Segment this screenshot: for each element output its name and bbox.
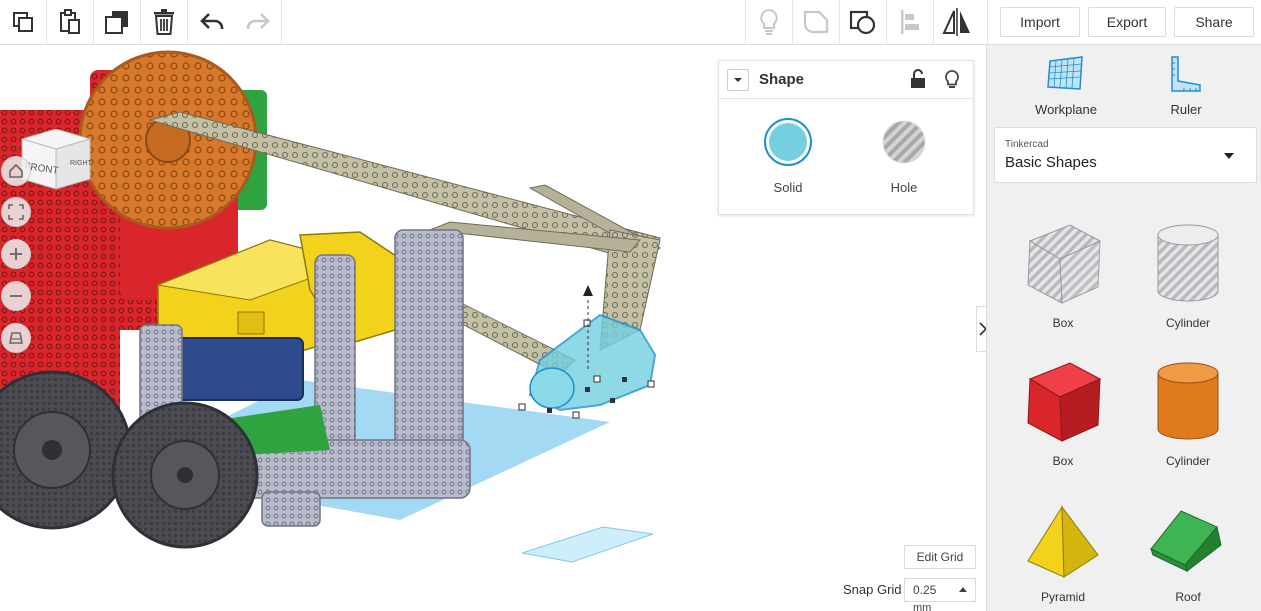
shape-cylinder-hole[interactable]: Cylinder	[1133, 217, 1243, 330]
right-sidebar: Workplane Ruler Tinkercad Basic Shapes B…	[986, 45, 1261, 611]
undo-icon	[199, 13, 223, 29]
workplane-tool[interactable]: Workplane	[1011, 53, 1121, 117]
box-hole-icon	[1027, 224, 1102, 304]
shape-roof[interactable]: Roof	[1133, 505, 1243, 604]
ruler-icon	[1171, 56, 1201, 92]
solid-option[interactable]: Solid	[748, 117, 828, 195]
shape-pyramid[interactable]: Pyramid	[1008, 505, 1118, 604]
copy-button[interactable]	[0, 0, 47, 44]
cylinder-hole-icon	[1157, 224, 1219, 302]
notes-button[interactable]	[745, 0, 792, 44]
perspective-button[interactable]	[1, 323, 31, 353]
align-icon	[901, 10, 919, 34]
redo-icon	[246, 13, 270, 29]
lightbulb-icon	[945, 70, 959, 88]
view-cube-right-label: RIGHT	[70, 160, 93, 167]
home-view-button[interactable]	[1, 156, 31, 186]
redo-button[interactable]	[235, 0, 282, 44]
hole-option[interactable]: Hole	[864, 117, 944, 195]
collapse-panel-button[interactable]	[727, 68, 749, 91]
share-button[interactable]: Share	[1174, 7, 1254, 37]
undo-button[interactable]	[188, 0, 235, 44]
shape-label: Box	[1052, 316, 1074, 330]
shape-label: Roof	[1175, 590, 1201, 604]
snap-grid-label: Snap Grid	[843, 582, 902, 597]
solid-label: Solid	[773, 180, 803, 195]
duplicate-button[interactable]	[94, 0, 141, 44]
ungroup-icon	[849, 10, 876, 35]
home-icon	[9, 163, 23, 178]
shape-label: Cylinder	[1165, 454, 1210, 468]
group-button[interactable]	[792, 0, 839, 44]
shape-label: Pyramid	[1040, 590, 1085, 604]
workplane-label: Workplane	[1035, 102, 1097, 117]
zoom-out-button[interactable]	[1, 281, 31, 311]
hole-swatch	[882, 120, 926, 164]
mirror-button[interactable]	[933, 0, 980, 44]
top-toolbar: Import Export Share	[0, 0, 1261, 45]
trash-icon	[154, 9, 174, 35]
ruler-tool[interactable]: Ruler	[1131, 53, 1241, 117]
shape-label: Box	[1052, 454, 1074, 468]
chevron-up-icon	[959, 587, 967, 592]
paste-button[interactable]	[47, 0, 94, 44]
perspective-icon	[9, 332, 23, 344]
cylinder-icon	[1157, 362, 1219, 440]
solid-swatch	[764, 118, 812, 166]
snap-grid-select[interactable]: 0.25	[904, 578, 976, 602]
paste-icon	[60, 9, 80, 34]
align-button[interactable]	[886, 0, 933, 44]
chevron-down-icon	[1224, 153, 1234, 159]
pyramid-icon	[1027, 505, 1099, 578]
ungroup-button[interactable]	[839, 0, 886, 44]
shape-library-select[interactable]: Tinkercad Basic Shapes	[994, 127, 1257, 183]
copy-icon	[13, 12, 33, 32]
group-icon	[803, 10, 829, 34]
fit-icon	[8, 204, 24, 220]
library-source: Tinkercad	[1005, 139, 1049, 150]
shape-label: Cylinder	[1165, 316, 1210, 330]
mirror-icon	[942, 8, 970, 36]
hole-label: Hole	[890, 180, 918, 195]
panel-title: Shape	[759, 71, 805, 88]
hide-button[interactable]	[943, 69, 961, 96]
box-icon	[1027, 362, 1102, 442]
delete-button[interactable]	[141, 0, 188, 44]
snap-grid-value: 0.25	[913, 583, 937, 597]
import-button[interactable]: Import	[1000, 7, 1080, 37]
plus-icon	[10, 248, 22, 260]
unlock-icon	[911, 69, 925, 88]
chevron-down-icon	[734, 77, 742, 82]
lightbulb-icon	[760, 8, 778, 35]
lock-button[interactable]	[909, 69, 927, 94]
snap-grid-unit: mm	[913, 602, 932, 611]
duplicate-icon	[105, 11, 128, 34]
export-button[interactable]: Export	[1088, 7, 1166, 37]
edit-grid-button[interactable]: Edit Grid	[904, 545, 976, 569]
shape-inspector-panel: Shape Solid Hole	[718, 60, 974, 215]
ruler-label: Ruler	[1170, 102, 1202, 117]
workplane-icon	[1047, 56, 1083, 90]
shape-cylinder-solid[interactable]: Cylinder	[1133, 355, 1243, 468]
shape-box-hole[interactable]: Box	[1008, 217, 1118, 330]
library-name: Basic Shapes	[1005, 154, 1097, 171]
shape-box-solid[interactable]: Box	[1008, 355, 1118, 468]
roof-icon	[1150, 510, 1222, 572]
minus-icon	[10, 295, 22, 297]
fit-view-button[interactable]	[1, 197, 31, 227]
zoom-in-button[interactable]	[1, 239, 31, 269]
